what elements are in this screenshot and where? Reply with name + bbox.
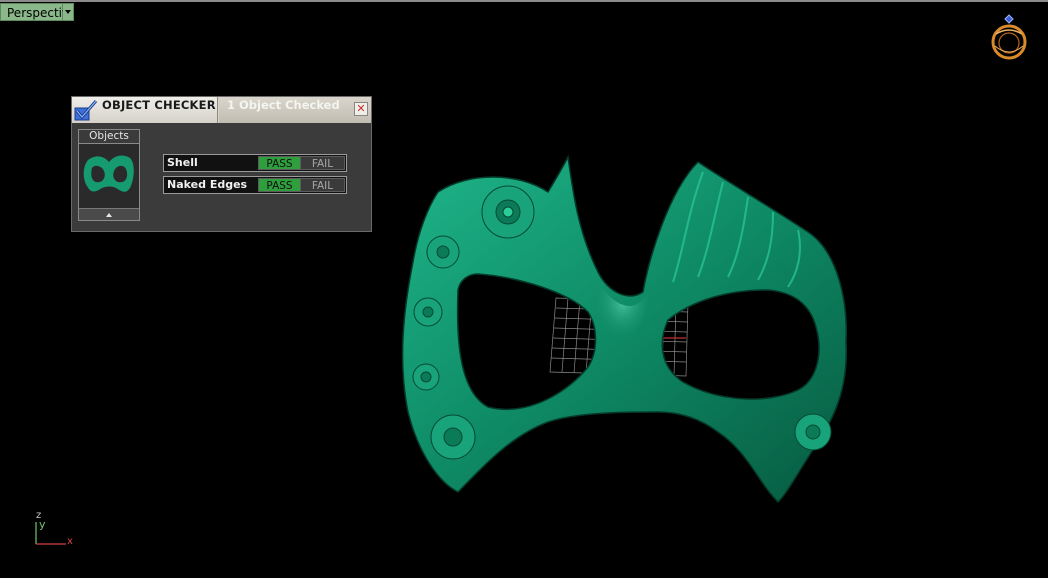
pass-indicator: PASS bbox=[258, 178, 301, 192]
axes-indicator: z y x bbox=[28, 508, 80, 552]
pass-indicator: PASS bbox=[258, 156, 301, 170]
viewport-tab[interactable]: Perspective bbox=[0, 3, 77, 21]
fail-indicator: FAIL bbox=[301, 178, 345, 192]
objects-scroll-up-icon[interactable] bbox=[79, 208, 139, 220]
objects-label: Objects bbox=[79, 130, 139, 144]
objects-list[interactable]: Objects bbox=[78, 129, 140, 221]
object-checker-header: OBJECT CHECKER 1 Object Checked ✕ bbox=[72, 97, 371, 123]
close-icon[interactable]: ✕ bbox=[354, 102, 368, 116]
check-name: Shell bbox=[167, 156, 198, 169]
objects-checked-count: 1 Object Checked bbox=[227, 98, 340, 112]
axis-x-label: x bbox=[67, 536, 73, 547]
axis-y-label: y bbox=[39, 518, 46, 531]
checkmark-icon bbox=[74, 100, 98, 121]
fail-indicator: FAIL bbox=[301, 156, 345, 170]
object-checker-count-cell: 1 Object Checked bbox=[219, 97, 371, 123]
check-row-naked-edges: Naked Edges PASS FAIL bbox=[163, 176, 347, 194]
object-checker-title-cell: OBJECT CHECKER bbox=[72, 97, 218, 123]
mask-model[interactable] bbox=[398, 152, 860, 508]
viewport-menu-arrow-icon[interactable] bbox=[63, 3, 74, 21]
object-checker-title: OBJECT CHECKER bbox=[102, 98, 216, 112]
object-checker-panel: OBJECT CHECKER 1 Object Checked ✕ Object… bbox=[71, 96, 372, 232]
viewport-top-border bbox=[0, 0, 1048, 2]
ring-icon[interactable] bbox=[986, 12, 1032, 62]
check-row-shell: Shell PASS FAIL bbox=[163, 154, 347, 172]
object-thumbnail[interactable] bbox=[82, 146, 137, 204]
check-name: Naked Edges bbox=[167, 178, 248, 191]
viewport-name[interactable]: Perspective bbox=[0, 3, 77, 21]
3d-viewport[interactable]: Perspective z y x OBJECT CHECKER 1 Objec… bbox=[0, 0, 1048, 578]
